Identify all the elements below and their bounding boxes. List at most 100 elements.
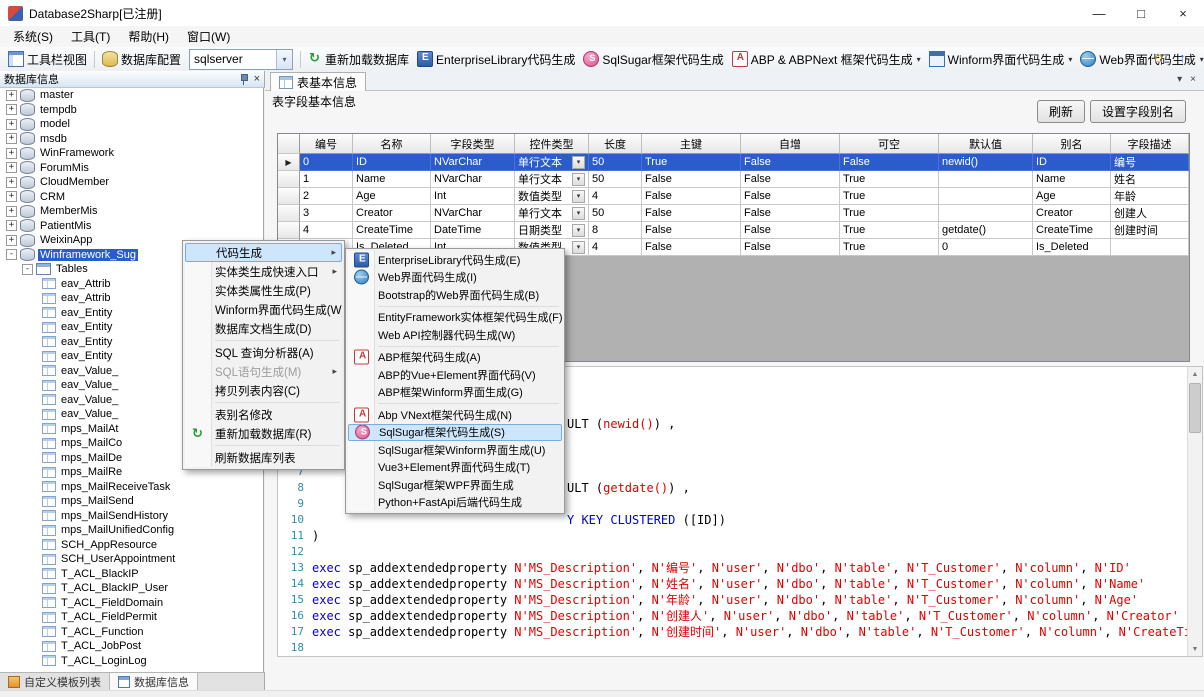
grid-row[interactable]: 4CreateTimeDateTime日期类型▾8FalseFalseTrueg… (278, 222, 1189, 239)
grid-cell-identity[interactable]: False (741, 171, 840, 188)
grid-cell-length[interactable]: 50 (589, 205, 642, 222)
grid-cell-alias[interactable]: Age (1033, 188, 1111, 205)
collapse-icon[interactable]: - (6, 249, 17, 260)
tree-node-WinFramework[interactable]: +WinFramework (0, 146, 263, 161)
cell-dropdown-icon[interactable]: ▾ (572, 173, 585, 186)
grid-cell-primary-key[interactable]: True (642, 154, 741, 171)
menubar-item-system[interactable]: 系统(S) (4, 26, 62, 47)
grid-cell-control-type[interactable]: 单行文本▾ (515, 171, 589, 188)
grid-cell-nullable[interactable]: True (840, 171, 939, 188)
tree-node-T_ACL_LoginLog[interactable]: T_ACL_LoginLog (0, 654, 263, 669)
panel-close-icon[interactable]: × (254, 74, 260, 85)
tree-node-mps_MailSendHistory[interactable]: mps_MailSendHistory (0, 509, 263, 524)
expand-icon[interactable]: + (6, 133, 17, 144)
grid-cell-control-type[interactable]: 日期类型▾ (515, 222, 589, 239)
row-selector-cell[interactable] (278, 188, 300, 205)
sql-scrollbar[interactable]: ▲ ▼ (1187, 367, 1202, 656)
refresh-button[interactable]: 刷新 (1037, 100, 1085, 123)
menubar-item-window[interactable]: 窗口(W) (178, 26, 239, 47)
expand-icon[interactable]: + (6, 162, 17, 173)
context-menu-item-reload-database[interactable]: 重新加载数据库(R) (185, 424, 342, 443)
grid-cell-default[interactable] (939, 205, 1033, 222)
tab-table-basic-info[interactable]: 表基本信息 (270, 72, 366, 91)
dropdown-arrow-icon[interactable]: ▾ (1200, 55, 1204, 64)
tree-node-T_ACL_BlackIP_User[interactable]: T_ACL_BlackIP_User (0, 581, 263, 596)
context-menu-item-refresh-db-list[interactable]: 刷新数据库列表 (185, 448, 342, 467)
submenu-item-bootstrap-web-ui[interactable]: Bootstrap的Web界面代码生成(B) (348, 286, 562, 304)
submenu-item-abp-vue-element[interactable]: ABP的Vue+Element界面代码(V) (348, 366, 562, 384)
grid-column-header-length[interactable]: 长度 (589, 134, 642, 154)
grid-cell-alias[interactable]: ID (1033, 154, 1111, 171)
cell-dropdown-icon[interactable]: ▾ (572, 156, 585, 169)
grid-cell-primary-key[interactable]: False (642, 205, 741, 222)
context-menu-item-db-document[interactable]: 数据库文档生成(D) (185, 319, 342, 338)
maximize-button[interactable]: □ (1120, 0, 1162, 26)
pin-icon[interactable] (239, 73, 248, 85)
grid-cell-primary-key[interactable]: False (642, 171, 741, 188)
context-menu-item-entity-properties[interactable]: 实体类属性生成(P) (185, 281, 342, 300)
grid-cell-length[interactable]: 4 (589, 239, 642, 256)
grid-cell-nullable[interactable]: True (840, 222, 939, 239)
expand-icon[interactable]: + (6, 148, 17, 159)
grid-cell-nullable[interactable]: False (840, 154, 939, 171)
grid-column-header-nullable[interactable]: 可空 (840, 134, 939, 154)
grid-cell-nullable[interactable]: True (840, 188, 939, 205)
submenu-item-sqlsugar[interactable]: SqlSugar框架代码生成(S) (348, 424, 562, 442)
grid-cell-identity[interactable]: False (741, 222, 840, 239)
tree-node-SCH_AppResource[interactable]: SCH_AppResource (0, 538, 263, 553)
row-selector-cell[interactable] (278, 205, 300, 222)
tree-node-mps_MailReceiveTask[interactable]: mps_MailReceiveTask (0, 480, 263, 495)
dropdown-arrow-icon[interactable]: ▾ (1068, 55, 1072, 64)
tab-list-dropdown-icon[interactable]: ▾ (1177, 74, 1182, 86)
grid-cell-primary-key[interactable]: False (642, 222, 741, 239)
tree-node-msdb[interactable]: +msdb (0, 132, 263, 147)
combo-dropdown-icon[interactable]: ▾ (276, 50, 292, 69)
expand-icon[interactable]: + (6, 191, 17, 202)
submenu-item-webapi-controller[interactable]: Web API控制器代码生成(W) (348, 326, 562, 344)
tree-node-MemberMis[interactable]: +MemberMis (0, 204, 263, 219)
grid-row[interactable]: ▶0IDNVarChar单行文本▾50TrueFalseFalsenewid()… (278, 154, 1189, 171)
context-menu-item-winform-ui-codegen[interactable]: Winform界面代码生成(W) (185, 300, 342, 319)
toolbar-button-toolbar-view[interactable]: 工具栏视图 (4, 49, 91, 70)
grid-cell-no[interactable]: 2 (300, 188, 353, 205)
submenu-item-web-ui[interactable]: Web界面代码生成(I) (348, 269, 562, 287)
tree-node-CRM[interactable]: +CRM (0, 190, 263, 205)
row-selector-cell[interactable] (278, 222, 300, 239)
collapse-icon[interactable]: - (22, 264, 33, 275)
grid-column-header-identity[interactable]: 自增 (741, 134, 840, 154)
grid-cell-no[interactable]: 3 (300, 205, 353, 222)
grid-cell-default[interactable] (939, 171, 1033, 188)
grid-cell-description[interactable] (1111, 239, 1189, 256)
grid-cell-length[interactable]: 50 (589, 171, 642, 188)
grid-column-header-name[interactable]: 名称 (353, 134, 431, 154)
grid-cell-default[interactable]: newid() (939, 154, 1033, 171)
grid-cell-identity[interactable]: False (741, 205, 840, 222)
cell-dropdown-icon[interactable]: ▾ (572, 207, 585, 220)
tree-node-CloudMember[interactable]: +CloudMember (0, 175, 263, 190)
grid-cell-field-type[interactable]: NVarChar (431, 154, 515, 171)
toolbar-button-abp-codegen[interactable]: ABP & ABPNext 框架代码生成▾ (728, 49, 925, 70)
grid-cell-length[interactable]: 50 (589, 154, 642, 171)
grid-cell-description[interactable]: 年龄 (1111, 188, 1189, 205)
grid-cell-description[interactable]: 姓名 (1111, 171, 1189, 188)
toolbar-button-sqlsugar-codegen[interactable]: SqlSugar框架代码生成 (579, 49, 727, 70)
grid-cell-default[interactable] (939, 188, 1033, 205)
grid-cell-control-type[interactable]: 单行文本▾ (515, 154, 589, 171)
close-button[interactable]: × (1162, 0, 1204, 26)
grid-column-header-control-type[interactable]: 控件类型 (515, 134, 589, 154)
menubar-item-tools[interactable]: 工具(T) (62, 26, 119, 47)
scrollbar-thumb[interactable] (1189, 383, 1201, 433)
grid-column-header-default[interactable]: 默认值 (939, 134, 1033, 154)
tree-node-tempdb[interactable]: +tempdb (0, 103, 263, 118)
submenu-item-abp-winform[interactable]: ABP框架Winform界面生成(G) (348, 384, 562, 402)
grid-cell-description[interactable]: 编号 (1111, 154, 1189, 171)
grid-cell-primary-key[interactable]: False (642, 188, 741, 205)
grid-column-header-alias[interactable]: 别名 (1033, 134, 1111, 154)
row-selector-cell[interactable]: ▶ (278, 154, 300, 171)
minimize-button[interactable]: — (1078, 0, 1120, 26)
grid-cell-description[interactable]: 创建人 (1111, 205, 1189, 222)
grid-cell-no[interactable]: 1 (300, 171, 353, 188)
context-menu-item-copy-list[interactable]: 拷贝列表内容(C) (185, 381, 342, 400)
grid-cell-field-type[interactable]: DateTime (431, 222, 515, 239)
expand-icon[interactable]: + (6, 119, 17, 130)
